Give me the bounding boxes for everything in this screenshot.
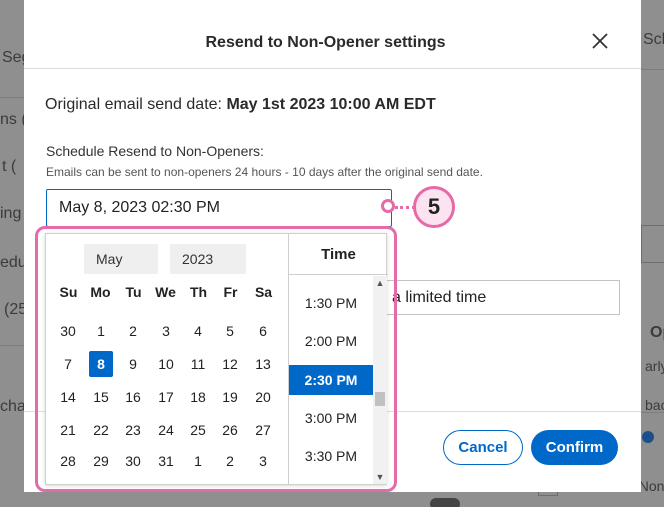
highlight-box: [35, 226, 397, 492]
schedule-label: Schedule Resend to Non-Openers:: [46, 143, 264, 159]
background-input: [641, 225, 664, 263]
subject-input-text: a limited time: [392, 289, 487, 306]
background-text: arly: [645, 358, 664, 374]
background-text: Opt: [650, 324, 664, 341]
modal-header: Resend to Non-Opener settings: [24, 0, 641, 69]
callout-dot: [381, 199, 395, 213]
original-date-label: Original email send date:: [45, 96, 222, 113]
background-text: ns (: [0, 111, 27, 128]
background-text: bac: [645, 397, 664, 413]
background-add-icon: [642, 431, 654, 443]
background-divider: [0, 345, 24, 346]
background-text: ing: [0, 205, 22, 222]
callout-connector: [395, 206, 415, 209]
background-divider: [641, 69, 664, 70]
background-text: Sche: [643, 31, 664, 48]
cancel-button[interactable]: Cancel: [443, 430, 523, 465]
background-text: t (: [2, 158, 17, 175]
step-number-badge: 5: [413, 186, 455, 228]
modal-title: Resend to Non-Opener settings: [205, 34, 446, 51]
background-toggle: [430, 498, 460, 507]
close-button[interactable]: [590, 31, 610, 51]
schedule-help-text: Emails can be sent to non-openers 24 hou…: [46, 165, 483, 179]
schedule-date-input[interactable]: [46, 189, 392, 227]
close-icon: [592, 33, 608, 49]
original-date-value: May 1st 2023 10:00 AM EDT: [226, 96, 436, 113]
background-text: cha: [0, 398, 26, 415]
original-send-date: Original email send date: May 1st 2023 1…: [45, 96, 436, 114]
background-divider: [0, 97, 24, 98]
confirm-button[interactable]: Confirm: [531, 430, 618, 465]
